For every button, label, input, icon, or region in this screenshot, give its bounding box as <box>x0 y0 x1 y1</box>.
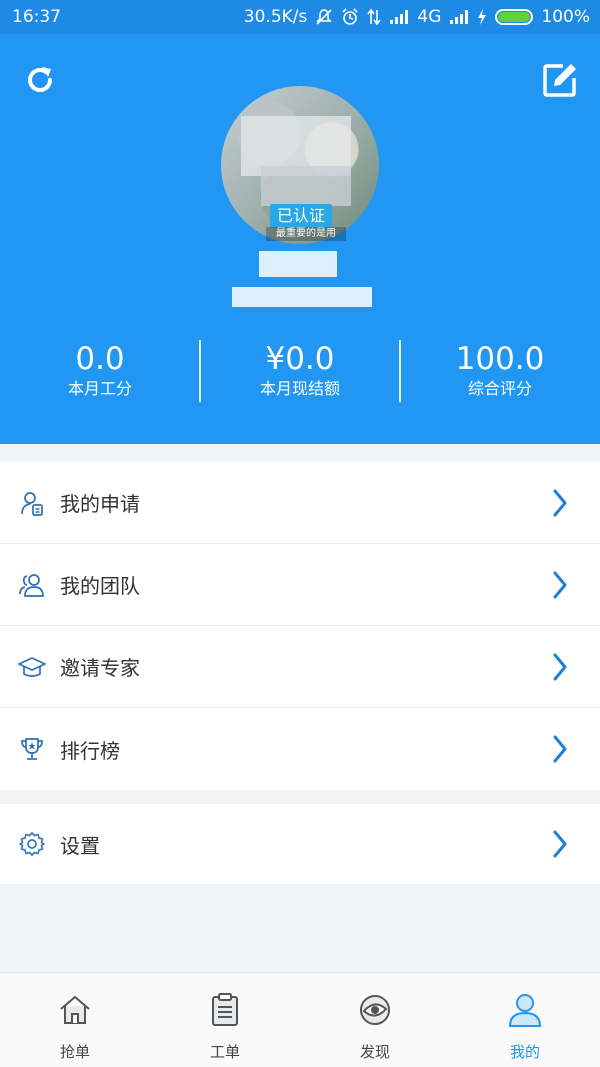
stats-divider <box>199 340 201 402</box>
trophy-icon <box>18 735 46 763</box>
gear-icon <box>18 830 46 858</box>
menu-item-label: 排行榜 <box>60 738 120 763</box>
refresh-icon <box>28 67 52 92</box>
mute-bell-icon <box>315 8 333 26</box>
eye-icon <box>356 991 394 1029</box>
stat-value: ¥0.0 <box>265 341 335 377</box>
stat-label: 本月工分 <box>67 379 132 398</box>
menu-item-my-applications[interactable]: 我的申请 <box>0 462 600 544</box>
settings-section: 设置 <box>0 804 600 884</box>
clipboard-icon <box>206 991 244 1029</box>
tab-work-order[interactable]: 工单 <box>150 973 300 1067</box>
menu-item-label: 我的申请 <box>60 492 140 516</box>
tab-mine[interactable]: 我的 <box>450 973 600 1067</box>
stat-cash-settlement[interactable]: ¥0.0 本月现结额 <box>200 340 400 404</box>
alarm-icon <box>341 8 359 26</box>
chevron-right-icon <box>550 734 570 764</box>
stat-work-points[interactable]: 0.0 本月工分 <box>0 340 200 404</box>
menu-item-label: 邀请专家 <box>60 656 140 680</box>
menu-list: 我的申请 我的团队 邀请专家 排行榜 <box>0 462 600 790</box>
stat-label: 综合评分 <box>467 379 532 398</box>
application-icon <box>18 489 46 517</box>
profile-header: 已认证 最重要的是用 0.0 本月工分 ¥0.0 本月现结额 100.0 综合评… <box>0 34 600 444</box>
user-icon <box>506 991 544 1029</box>
chevron-right-icon <box>550 652 570 682</box>
menu-item-leaderboard[interactable]: 排行榜 <box>0 708 600 790</box>
user-id-redacted <box>232 287 372 307</box>
bottom-tab-bar: 抢单 工单 发现 我的 <box>0 972 600 1067</box>
menu-item-invite-expert[interactable]: 邀请专家 <box>0 626 600 708</box>
edit-icon <box>543 64 576 97</box>
tab-grab-order[interactable]: 抢单 <box>0 973 150 1067</box>
stat-label: 本月现结额 <box>259 379 340 398</box>
chevron-right-icon <box>550 570 570 600</box>
battery-fill <box>498 12 531 22</box>
graduation-cap-icon <box>18 653 46 681</box>
tab-label: 发现 <box>359 1043 390 1061</box>
charging-icon <box>477 9 487 25</box>
home-icon <box>56 991 94 1029</box>
signal-icon-2 <box>449 9 469 25</box>
signal-icon <box>389 9 409 25</box>
tab-label: 我的 <box>509 1043 540 1061</box>
stat-value: 0.0 <box>75 341 125 377</box>
stat-overall-rating[interactable]: 100.0 综合评分 <box>400 340 600 404</box>
verified-badge: 已认证 <box>270 204 332 228</box>
battery-icon <box>495 9 534 25</box>
edit-profile-button[interactable] <box>540 60 580 100</box>
network-type: 4G <box>417 7 442 27</box>
tab-label: 工单 <box>209 1043 240 1061</box>
status-indicators: 30.5K/s 4G 100% <box>244 7 590 27</box>
stat-value: 100.0 <box>455 341 545 377</box>
stats-divider <box>399 340 401 402</box>
team-icon <box>18 571 46 599</box>
menu-item-settings[interactable]: 设置 <box>0 804 600 884</box>
user-motto: 最重要的是用 <box>266 227 346 241</box>
status-time: 16:37 <box>12 7 61 27</box>
status-bar: 16:37 30.5K/s 4G 100% <box>0 0 600 34</box>
username-redacted <box>259 251 337 277</box>
chevron-right-icon <box>550 829 570 859</box>
menu-item-my-team[interactable]: 我的团队 <box>0 544 600 626</box>
menu-item-label: 设置 <box>60 833 100 858</box>
net-speed: 30.5K/s <box>243 7 308 27</box>
tab-label: 抢单 <box>59 1043 90 1061</box>
stats-row: 0.0 本月工分 ¥0.0 本月现结额 100.0 综合评分 <box>0 340 600 404</box>
refresh-button[interactable] <box>20 60 60 100</box>
menu-item-label: 我的团队 <box>60 574 140 598</box>
battery-percent: 100% <box>541 7 590 27</box>
data-transfer-icon <box>367 8 382 26</box>
tab-discover[interactable]: 发现 <box>300 973 450 1067</box>
chevron-right-icon <box>550 488 570 518</box>
